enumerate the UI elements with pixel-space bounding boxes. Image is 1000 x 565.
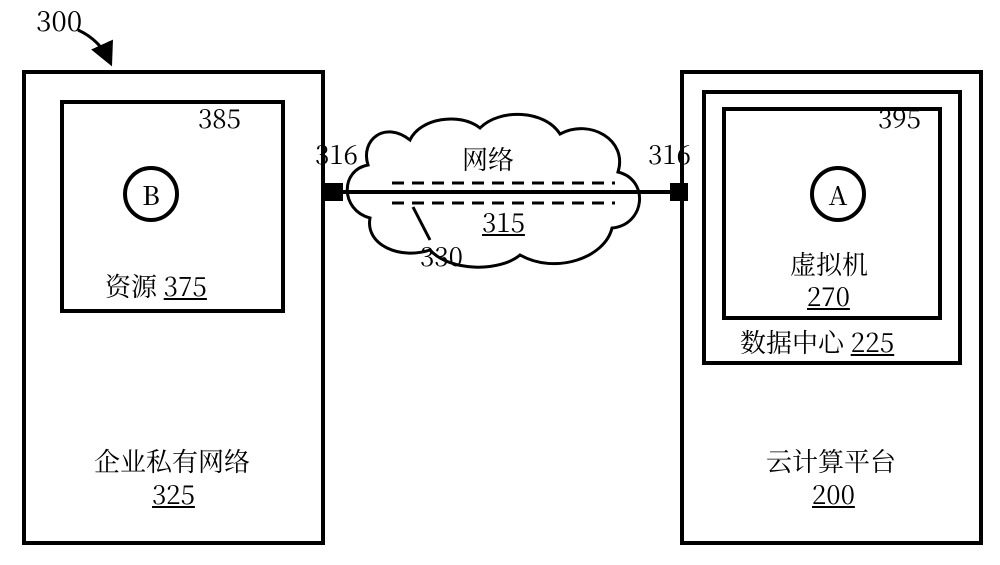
resource-label: 资源 — [105, 267, 157, 304]
ref-200: 200 — [812, 480, 855, 509]
ref-315: 315 — [482, 208, 525, 237]
ref-395: 395 — [878, 104, 921, 133]
endpoint-a-letter: A — [829, 176, 848, 213]
network-label: 网络 — [462, 145, 514, 174]
ref-385: 385 — [198, 104, 241, 133]
figure-ref-300: 300 — [36, 5, 82, 36]
ref-330: 330 — [420, 242, 463, 271]
endpoint-b-circle: B — [123, 166, 179, 222]
ref-325: 325 — [152, 480, 195, 509]
cloud-label: 云计算平台 — [766, 442, 896, 479]
datacenter-label: 数据中心 — [740, 323, 844, 360]
ref-225: 225 — [851, 323, 895, 360]
ref-316-right: 316 — [648, 140, 691, 169]
resource-caption: 资源 375 — [105, 272, 207, 301]
diagram-canvas: 300 — [0, 0, 1000, 565]
ref-316-left: 316 — [315, 140, 358, 169]
cloud-caption: 云计算平台 — [766, 447, 896, 476]
gateway-left-node — [325, 183, 343, 201]
gateway-right-node — [670, 183, 688, 201]
ref-375: 375 — [164, 267, 207, 304]
vm-caption: 虚拟机 — [790, 250, 868, 279]
ref-270: 270 — [807, 282, 850, 311]
private-net-label: 企业私有网络 — [94, 442, 250, 479]
endpoint-a-circle: A — [810, 166, 866, 222]
private-net-caption: 企业私有网络 — [94, 447, 250, 476]
endpoint-b-letter: B — [142, 176, 160, 213]
datacenter-caption: 数据中心 225 — [740, 328, 894, 357]
